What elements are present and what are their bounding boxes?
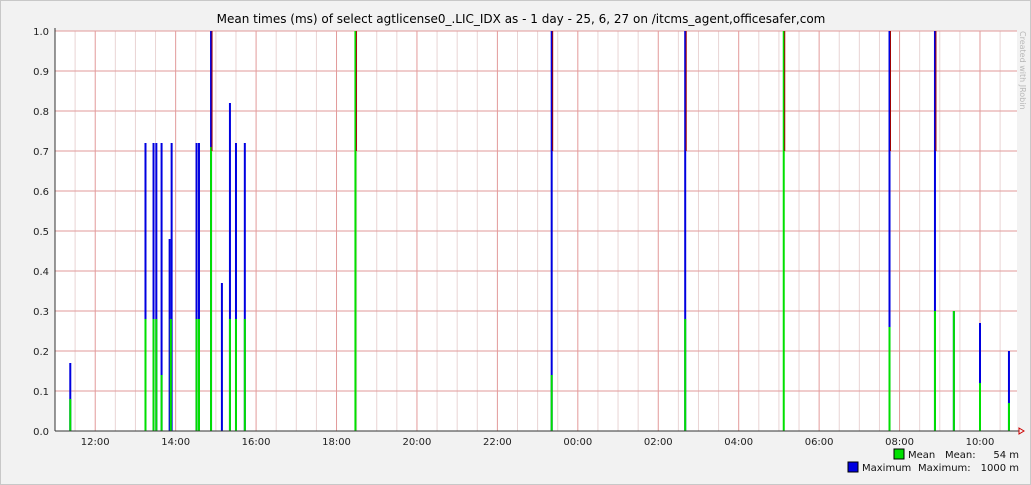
legend-swatch <box>847 461 859 473</box>
x-tick-label: 16:00 <box>242 437 271 448</box>
y-tick-label: 0.3 <box>33 307 49 318</box>
y-tick-label: 0.6 <box>33 187 49 198</box>
x-axis-arrow <box>1018 427 1025 435</box>
x-tick-label: 12:00 <box>81 437 110 448</box>
y-tick-label: 0.5 <box>33 227 49 238</box>
legend-stat-value: 1000 m <box>981 463 1019 474</box>
mean-bar <box>550 375 553 431</box>
x-tick-label: 18:00 <box>322 437 351 448</box>
mean-bar <box>195 319 198 431</box>
mean-bar <box>234 319 237 431</box>
y-tick-label: 0.2 <box>33 347 49 358</box>
x-tick-label: 20:00 <box>403 437 432 448</box>
x-tick-label: 02:00 <box>644 437 673 448</box>
mean-bar <box>1007 403 1010 431</box>
legend-series-name: Maximum <box>862 463 911 474</box>
mean-bar <box>160 375 163 431</box>
maximum-bar <box>220 283 223 431</box>
mean-bar <box>952 311 955 431</box>
chart-title: Mean times (ms) of select agtlicense0_.L… <box>217 12 826 26</box>
x-tick-label: 14:00 <box>161 437 190 448</box>
watermark: Created with JRobin <box>1018 31 1027 110</box>
legend-stat-label: Maximum: <box>918 463 971 474</box>
mean-bar <box>69 399 72 431</box>
chart: 12:00 14:00 16:00 18:00 20:00 22:00 00:00 02:00… <box>33 12 1027 474</box>
x-tick-label: 04:00 <box>724 437 753 448</box>
x-tick-label: 10:00 <box>966 437 995 448</box>
x-tick-label: 00:00 <box>563 437 592 448</box>
mean-bar <box>210 147 213 431</box>
mean-bar <box>144 319 147 431</box>
legend-swatch <box>893 448 905 460</box>
y-tick-label: 0.8 <box>33 107 49 118</box>
mean-bar <box>155 319 158 431</box>
legend-stat-label: Mean: <box>945 450 976 461</box>
y-tick-label: 0.1 <box>33 387 49 398</box>
x-tick-label: 22:00 <box>483 437 512 448</box>
y-tick-label: 0.0 <box>33 427 49 438</box>
mean-bar <box>933 311 936 431</box>
y-tick-label: 1.0 <box>33 27 49 38</box>
x-tick-label: 08:00 <box>885 437 914 448</box>
mean-bar <box>243 319 246 431</box>
y-tick-label: 0.7 <box>33 147 49 158</box>
y-tick-label: 0.4 <box>33 267 49 278</box>
x-tick-label: 06:00 <box>805 437 834 448</box>
mean-bar <box>152 319 155 431</box>
legend-stat-value: 54 m <box>993 450 1019 461</box>
mean-bar <box>979 383 981 431</box>
mean-bar <box>888 327 891 431</box>
mean-bar <box>197 319 200 431</box>
mean-bar <box>169 319 172 431</box>
y-tick-label: 0.9 <box>33 67 49 78</box>
legend-series-name: Mean <box>908 450 935 461</box>
mean-bar <box>228 319 231 431</box>
mean-bar <box>684 319 687 431</box>
